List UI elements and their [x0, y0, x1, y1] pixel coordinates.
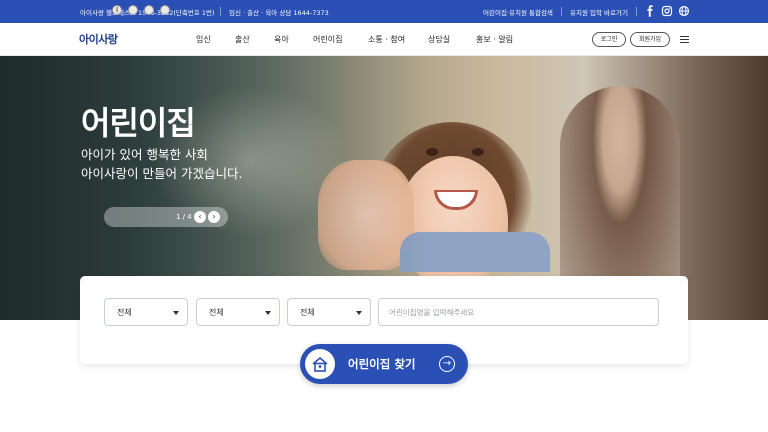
daycare-name-input[interactable] — [378, 298, 659, 326]
login-button[interactable]: 로그인 — [592, 32, 626, 47]
select-value: 전체 — [209, 308, 224, 317]
chevron-down-icon — [356, 311, 362, 315]
next-slide-button[interactable]: › — [208, 211, 220, 223]
hero-subtitle-line1: 아이가 있어 행복한 사회 — [81, 147, 208, 162]
find-daycare-button[interactable]: 어린이집 찾기 → — [300, 344, 468, 384]
instagram-icon[interactable] — [661, 5, 673, 17]
main-nav: 아이사랑 임신 출산 육아 어린이집 소통 · 참여 상담실 홍보 · 알림 로… — [0, 23, 768, 56]
nav-item-birth[interactable]: 출산 — [235, 34, 250, 45]
nav-item-pregnancy[interactable]: 임신 — [196, 34, 211, 45]
nav-item-news[interactable]: 홍보 · 알림 — [476, 34, 513, 45]
nav-item-community[interactable]: 소통 · 참여 — [368, 34, 405, 45]
region-select-1[interactable]: 전체 — [104, 298, 188, 326]
nav-item-counseling[interactable]: 상담실 — [428, 34, 450, 45]
kindergarten-admission-link[interactable]: 유치원 입학 바로가기 — [570, 7, 628, 17]
select-value: 전체 — [300, 308, 315, 317]
page: 아이사랑 헬프데스크 1566-3232(단축번호 1번) 임신 · 출산 · … — [0, 0, 768, 432]
divider — [220, 7, 221, 16]
hamburger-menu-icon[interactable] — [680, 36, 689, 43]
house-icon — [305, 349, 335, 379]
slide-dot[interactable] — [144, 5, 154, 15]
slide-counter: 1 / 4 — [176, 213, 192, 221]
divider — [636, 7, 637, 16]
hero-subtitle-line2: 아이사랑이 만들어 가겠습니다. — [81, 166, 243, 181]
slide-dot[interactable] — [128, 5, 138, 15]
consult-text: 임신 · 출산 · 육아 상담 1644-7373 — [229, 9, 329, 17]
select-value: 전체 — [117, 308, 132, 317]
slide-dot[interactable] — [160, 5, 170, 15]
find-daycare-label: 어린이집 찾기 — [348, 357, 416, 371]
prev-slide-button[interactable]: ‹ — [194, 211, 206, 223]
region-select-2[interactable]: 전체 — [196, 298, 280, 326]
nav-item-parenting[interactable]: 육아 — [274, 34, 289, 45]
signup-button[interactable]: 회원가입 — [630, 32, 670, 47]
facebook-icon[interactable] — [644, 5, 656, 17]
nav-item-daycare[interactable]: 어린이집 — [313, 34, 342, 45]
divider — [561, 7, 562, 16]
type-select[interactable]: 전체 — [287, 298, 371, 326]
hero-title: 어린이집 — [81, 104, 196, 142]
pause-icon[interactable]: ‖ — [112, 5, 122, 15]
integrated-search-link[interactable]: 어린이집·유치원 통합검색 — [483, 7, 553, 17]
globe-icon[interactable] — [678, 5, 690, 17]
chevron-down-icon — [173, 311, 179, 315]
arrow-right-icon: → — [439, 356, 455, 372]
logo-text: 아이사랑 — [79, 33, 118, 46]
hero-photo-eye — [472, 148, 484, 156]
site-logo[interactable]: 아이사랑 — [79, 31, 118, 47]
chevron-down-icon — [265, 311, 271, 315]
